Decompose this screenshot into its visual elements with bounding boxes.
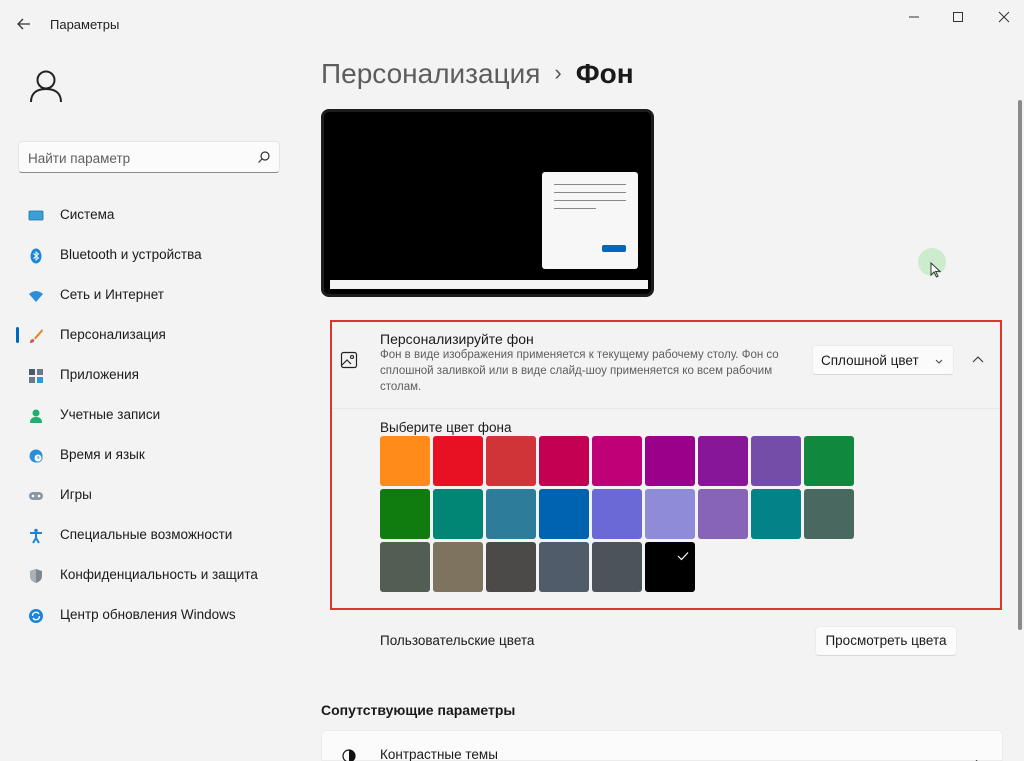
color-swatch[interactable] — [751, 436, 801, 486]
color-swatch[interactable] — [539, 436, 589, 486]
contrast-icon — [342, 749, 356, 761]
sidebar-item-label: Приложения — [60, 367, 139, 382]
chevron-right-icon — [972, 755, 984, 761]
color-swatch[interactable] — [645, 542, 695, 592]
color-swatch[interactable] — [380, 542, 430, 592]
color-swatch[interactable] — [433, 436, 483, 486]
wifi-icon — [28, 288, 44, 304]
dropdown-value: Сплошной цвет — [821, 353, 919, 368]
color-swatch[interactable] — [804, 489, 854, 539]
color-swatch[interactable] — [433, 542, 483, 592]
sidebar-nav: Система Bluetooth и устройства Сеть и Ин… — [14, 196, 284, 636]
account-icon — [28, 408, 44, 424]
sidebar-item-accessibility[interactable]: Специальные возможности — [14, 516, 284, 556]
sidebar-item-apps[interactable]: Приложения — [14, 356, 284, 396]
color-swatch[interactable] — [486, 436, 536, 486]
color-swatch[interactable] — [698, 489, 748, 539]
desktop-preview — [321, 109, 654, 297]
color-swatch[interactable] — [645, 489, 695, 539]
sidebar-item-label: Сеть и Интернет — [60, 287, 164, 302]
search-icon[interactable] — [257, 150, 271, 164]
related-settings-title: Сопутствующие параметры — [321, 702, 516, 718]
color-swatch[interactable] — [433, 489, 483, 539]
page-title: Фон — [575, 58, 634, 89]
update-icon — [28, 608, 44, 624]
close-icon[interactable] — [990, 6, 1018, 28]
sidebar-item-label: Время и язык — [60, 447, 145, 462]
sidebar-item-label: Учетные записи — [60, 407, 161, 422]
sidebar-item-time-language[interactable]: Время и язык — [14, 436, 284, 476]
sidebar-item-label: Конфиденциальность и защита — [60, 567, 258, 582]
sidebar-item-label: Bluetooth и устройства — [60, 247, 202, 262]
arrow-left-icon[interactable] — [14, 14, 34, 34]
scrollbar[interactable] — [1018, 100, 1022, 630]
color-swatch[interactable] — [486, 489, 536, 539]
shield-icon — [28, 568, 44, 584]
mouse-cursor-icon — [930, 261, 942, 278]
sidebar-item-network[interactable]: Сеть и Интернет — [14, 276, 284, 316]
background-type-dropdown[interactable]: Сплошной цвет — [812, 345, 954, 375]
color-swatch[interactable] — [751, 489, 801, 539]
sidebar-item-windows-update[interactable]: Центр обновления Windows — [14, 596, 284, 636]
sidebar-item-system[interactable]: Система — [14, 196, 284, 236]
sidebar-item-personalization[interactable]: Персонализация — [14, 316, 284, 356]
sidebar-item-label: Центр обновления Windows — [60, 607, 236, 622]
monitor-icon — [28, 208, 44, 224]
chevron-down-icon — [933, 354, 945, 366]
title-bar: Параметры — [0, 0, 1024, 48]
sidebar-item-label: Игры — [60, 487, 92, 502]
swatch-label: Выберите цвет фона — [380, 420, 512, 435]
image-icon — [340, 351, 358, 369]
maximize-icon[interactable] — [944, 6, 972, 28]
sidebar-item-label: Система — [60, 207, 115, 222]
color-swatch[interactable] — [539, 489, 589, 539]
breadcrumb-parent[interactable]: Персонализация — [321, 58, 540, 89]
contrast-themes-item[interactable]: Контрастные темы — [321, 730, 1003, 761]
user-avatar-icon[interactable] — [18, 60, 74, 116]
preview-taskbar — [330, 280, 648, 289]
color-swatch[interactable] — [539, 542, 589, 592]
sidebar-item-accounts[interactable]: Учетные записи — [14, 396, 284, 436]
apps-icon — [28, 368, 44, 384]
color-swatch[interactable] — [804, 436, 854, 486]
breadcrumb-separator: › — [554, 60, 562, 85]
sidebar-item-gaming[interactable]: Игры — [14, 476, 284, 516]
color-swatch[interactable] — [380, 436, 430, 486]
sidebar-item-label: Персонализация — [60, 327, 166, 342]
color-swatch[interactable] — [592, 542, 642, 592]
sidebar-item-bluetooth[interactable]: Bluetooth и устройства — [14, 236, 284, 276]
app-title: Параметры — [50, 17, 120, 32]
search-input[interactable] — [28, 148, 248, 168]
custom-colors-label: Пользовательские цвета — [380, 633, 535, 648]
bluetooth-icon — [28, 248, 44, 264]
globe-clock-icon — [28, 448, 44, 464]
sidebar-item-privacy[interactable]: Конфиденциальность и защита — [14, 556, 284, 596]
brush-icon — [28, 328, 44, 344]
preview-window — [542, 172, 638, 269]
color-swatch[interactable] — [645, 436, 695, 486]
color-swatch[interactable] — [592, 489, 642, 539]
accessibility-icon — [28, 528, 44, 544]
breadcrumb: Персонализация › Фон — [321, 58, 634, 90]
background-card-description: Фон в виде изображения применяется к тек… — [380, 349, 779, 393]
color-swatch[interactable] — [592, 436, 642, 486]
color-swatch[interactable] — [486, 542, 536, 592]
sidebar-item-label: Специальные возможности — [60, 527, 233, 542]
card-divider — [332, 408, 1000, 409]
view-colors-button[interactable]: Просмотреть цвета — [815, 626, 957, 656]
gamepad-icon — [28, 488, 44, 504]
contrast-themes-label: Контрастные темы — [380, 747, 498, 761]
color-swatch[interactable] — [698, 436, 748, 486]
checkmark-icon — [677, 548, 689, 561]
minimize-icon[interactable] — [900, 6, 928, 28]
search-box[interactable] — [18, 141, 280, 173]
background-card-title: Персонализируйте фон — [380, 331, 534, 347]
chevron-up-icon[interactable] — [968, 350, 988, 370]
color-swatch[interactable] — [380, 489, 430, 539]
